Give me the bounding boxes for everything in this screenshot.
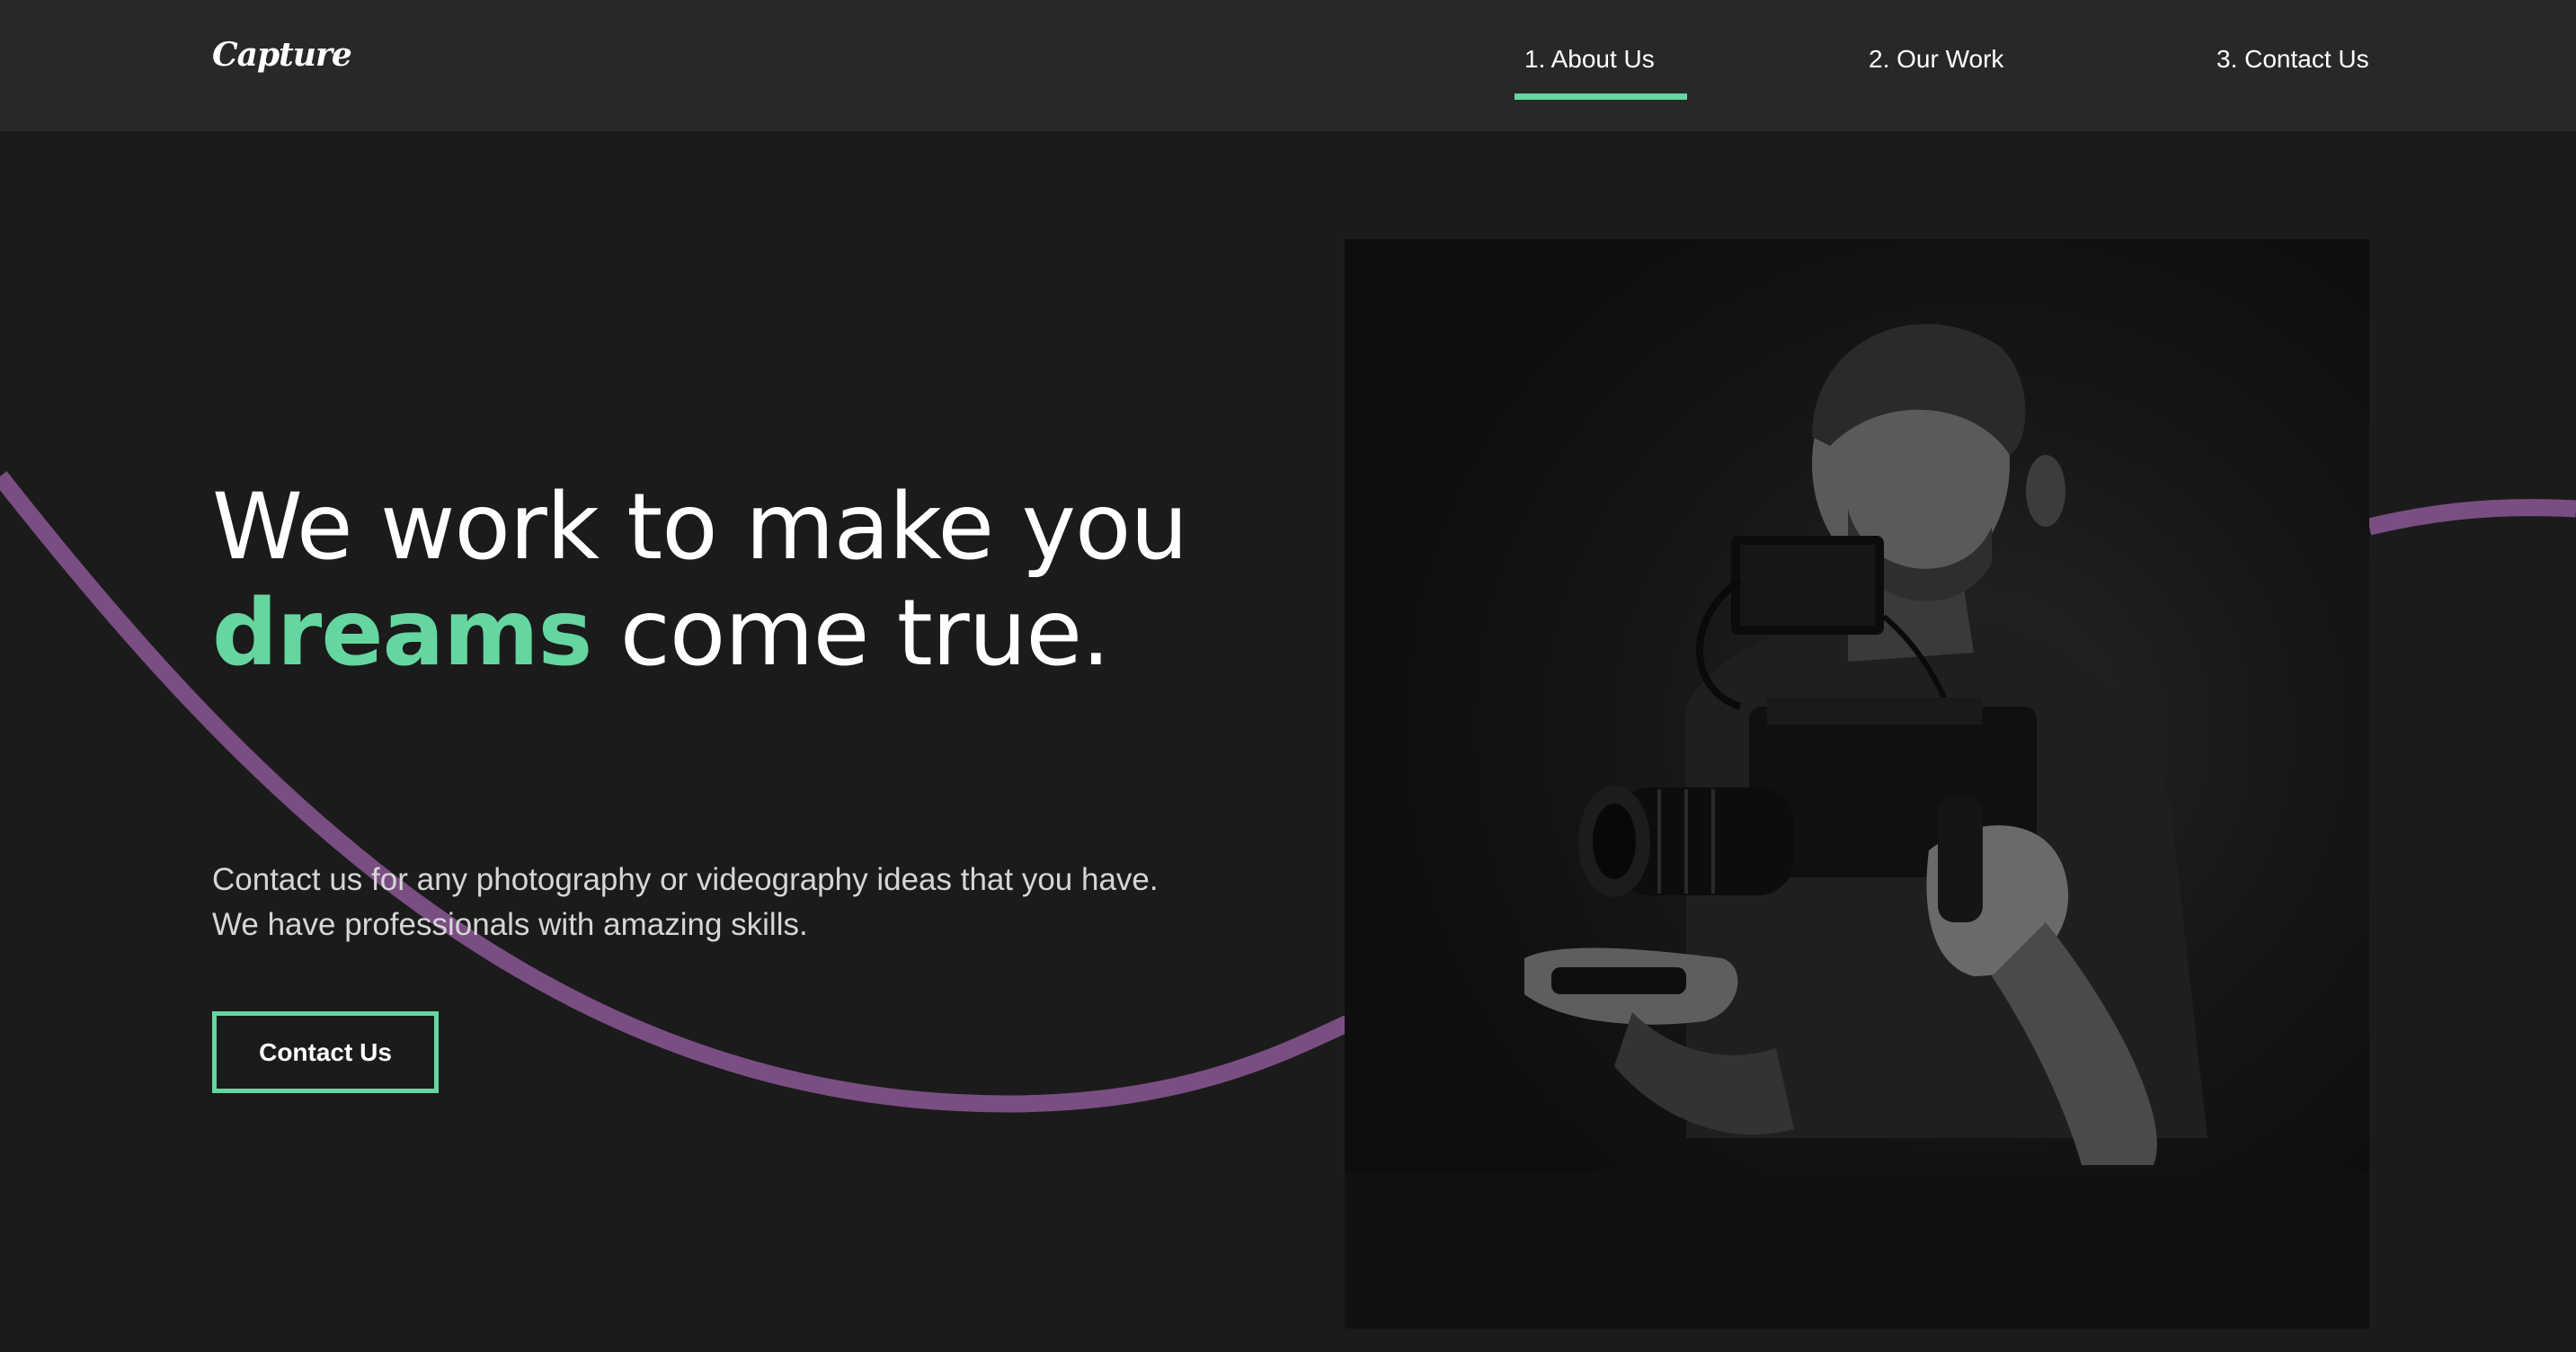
nav-our-work[interactable]: 2. Our Work (1869, 45, 2003, 74)
contact-us-button[interactable]: Contact Us (212, 1011, 439, 1093)
hero-photo (1345, 239, 2369, 1329)
brand-logo[interactable]: Capture (212, 36, 352, 74)
videographer-illustration (1345, 324, 2369, 1329)
headline-text-start: We work to make you (212, 474, 1188, 581)
hero-description-line-1: Contact us for any photography or videog… (212, 862, 1159, 897)
hero-description: Contact us for any photography or videog… (212, 858, 1470, 947)
hero-headline: We work to make you dreams come true. (212, 475, 1201, 687)
nav-about-us[interactable]: 1. About Us (1524, 45, 1655, 74)
top-navigation-bar: Capture 1. About Us 2. Our Work 3. Conta… (0, 0, 2576, 131)
nav-contact-us[interactable]: 3. Contact Us (2216, 45, 2369, 74)
hero-description-line-2: We have professionals with amazing skill… (212, 907, 808, 942)
headline-text-end: come true. (591, 580, 1111, 687)
active-nav-indicator (1515, 93, 1687, 100)
headline-accent-word: dreams (212, 580, 592, 687)
